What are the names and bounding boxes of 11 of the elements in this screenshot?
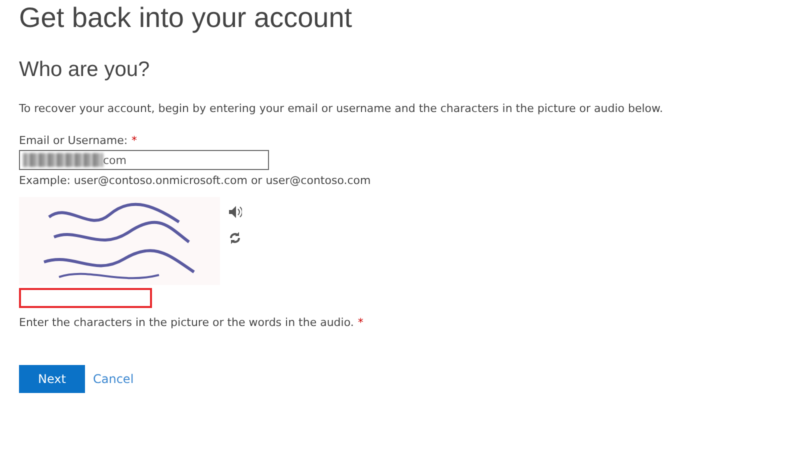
example-text: Example: user@contoso.onmicrosoft.com or user@contoso.com xyxy=(19,174,372,187)
required-mark: * xyxy=(132,134,138,147)
page-title: Get back into your account xyxy=(19,1,354,35)
field-label: Email or Username: xyxy=(19,134,128,147)
instructions-text: To recover your account, begin by entering your email or username and the characters in the picture or audio below. xyxy=(19,102,664,115)
field-label: Enter the characters in the picture or the words in the audio. xyxy=(19,316,354,329)
email-field[interactable]: com xyxy=(19,150,269,170)
section-heading: Who are you? xyxy=(19,57,151,83)
next-button[interactable]: Next xyxy=(19,365,85,393)
required-mark: * xyxy=(358,316,364,329)
cancel-link[interactable]: Cancel xyxy=(93,372,134,386)
